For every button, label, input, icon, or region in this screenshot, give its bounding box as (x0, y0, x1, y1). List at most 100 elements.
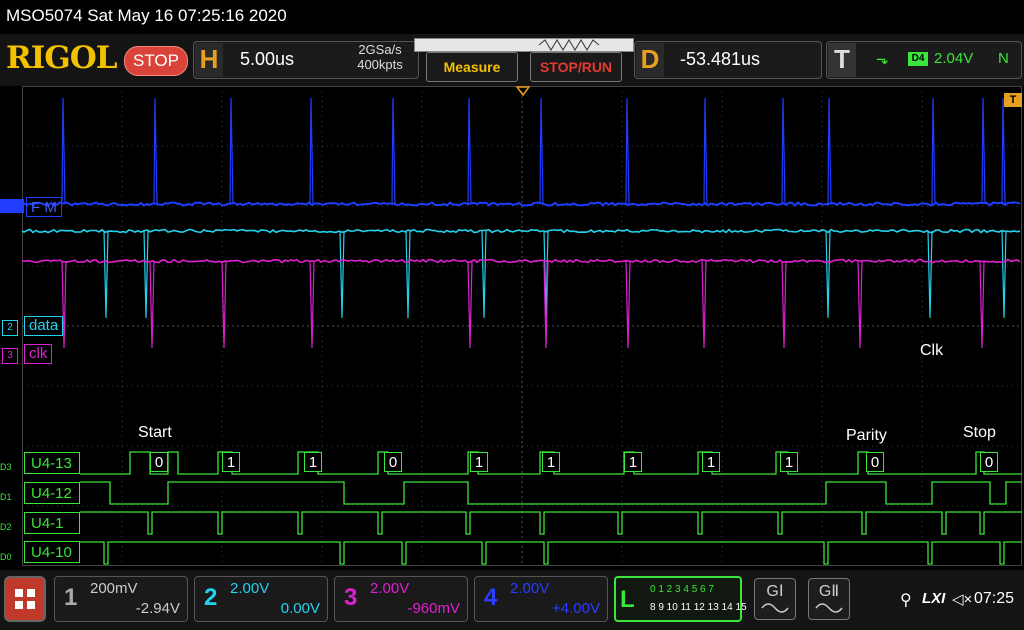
ch2-spike (104, 231, 108, 318)
ch3-trace (22, 260, 1020, 263)
decoded-bit: 1 (542, 452, 560, 472)
trigger-mode: N (998, 50, 1009, 67)
ch1-spike (982, 98, 985, 204)
ch3-spike (702, 261, 706, 348)
decoded-bit: 0 (150, 452, 168, 472)
ch2-spike (482, 231, 486, 318)
ch3-spike (980, 261, 984, 348)
ch1-spike (828, 98, 831, 204)
decoded-bit: 0 (384, 452, 402, 472)
ch1-offset: -2.94V (90, 600, 180, 617)
digital-id-d2: D2 (0, 522, 12, 532)
brand-logo: RIGOL (6, 40, 117, 76)
ch3-scale: 2.00V (370, 580, 409, 597)
digital-id-d1: D1 (0, 492, 12, 502)
delay-letter: D (636, 43, 664, 77)
trigger-level: 2.04V (934, 50, 973, 67)
window-title: MSO5074 Sat May 16 07:25:16 2020 (6, 6, 287, 26)
ch2-label: data (24, 316, 63, 336)
ch1-spike (932, 98, 935, 204)
ch1-spike (704, 98, 707, 204)
ch2-number: 2 (204, 584, 217, 612)
ch3-spike (782, 261, 786, 348)
ch2-offset: 0.00V (230, 600, 320, 617)
decoded-bit: 1 (780, 452, 798, 472)
decoded-bit: 1 (624, 452, 642, 472)
trigger-letter: T (828, 43, 856, 77)
ch3-spike (150, 261, 154, 348)
ch2-spike (144, 231, 148, 318)
sample-rate: 2GSa/s (340, 42, 420, 57)
run-state-badge[interactable]: STOP (124, 46, 188, 76)
ch3-label: clk (24, 344, 52, 364)
ch1-scale: 200mV (90, 580, 138, 597)
la-channels-row2: 8 9 10 11 12 13 14 15 (650, 602, 747, 613)
digital-label-u4-1[interactable]: U4-1 (24, 512, 80, 534)
ch2-spike (1002, 231, 1006, 318)
ch1-spike (540, 98, 543, 204)
group1-button[interactable]: GⅠ (754, 578, 796, 620)
ch3-spike (626, 261, 630, 348)
ch1-spike (62, 98, 65, 204)
ch3-spike (858, 261, 862, 348)
waveform-grid[interactable] (22, 86, 1022, 566)
stop-run-button[interactable]: STOP/RUN (530, 52, 622, 82)
ch2-scale: 2.00V (230, 580, 269, 597)
parity-annotation: Parity (846, 427, 887, 445)
ch1-spike (1002, 98, 1005, 204)
ch3-spike (310, 261, 314, 348)
digital-id-d0: D0 (0, 552, 12, 562)
trigger-position-icon[interactable] (516, 86, 530, 96)
digital-label-u4-13[interactable]: U4-13 (24, 452, 80, 474)
ch1-spike (392, 98, 395, 204)
timebase-value: 5.00us (240, 49, 294, 70)
group2-button[interactable]: GⅡ (808, 578, 850, 620)
ch3-spike (468, 261, 472, 348)
ch1-number: 1 (64, 584, 77, 612)
ch3-offset: -960mV (370, 600, 460, 617)
digital-trace-d0 (80, 542, 1022, 564)
ch1-spike (310, 98, 313, 204)
ch2-spike (340, 231, 344, 318)
grid-menu-icon (6, 578, 44, 620)
ch3-marker[interactable]: 3 (2, 348, 18, 364)
ch3-spike (222, 261, 226, 348)
ch4-offset: +4.00V (510, 600, 600, 617)
la-letter: L (620, 586, 635, 614)
usb-icon: ⚲ (900, 590, 912, 610)
digital-trace-d2 (80, 512, 1022, 534)
ch1-marker[interactable] (0, 199, 24, 213)
start-annotation: Start (138, 424, 172, 442)
digital-label-u4-12[interactable]: U4-12 (24, 482, 80, 504)
ch2-marker[interactable]: 2 (2, 320, 18, 336)
la-channels-row1: 0 1 2 3 4 5 6 7 (650, 584, 714, 595)
trigger-level-marker[interactable]: T (1004, 93, 1022, 107)
ch2-spike (826, 231, 830, 318)
trigger-source: D4 (908, 52, 928, 66)
clk-annotation: Clk (920, 342, 943, 360)
waveform-overview-icon (415, 39, 633, 51)
ch1-spike (230, 98, 233, 204)
ch1-spike (468, 98, 471, 204)
decoded-bit: 0 (866, 452, 884, 472)
ch1-label: F M (26, 197, 62, 217)
measure-button[interactable]: Measure (426, 52, 518, 82)
digital-trace-d1 (80, 482, 1022, 504)
home-menu-button[interactable] (4, 576, 46, 622)
digital-label-u4-10[interactable]: U4-10 (24, 541, 80, 563)
sine-icon (760, 602, 790, 614)
decoded-bit: 1 (222, 452, 240, 472)
ch1-spike (782, 98, 785, 204)
memory-depth: 400kpts (340, 57, 420, 72)
lxi-icon: LXI (922, 590, 945, 607)
memory-position-bar (414, 38, 634, 52)
decoded-bit: 0 (980, 452, 998, 472)
grid-lines (22, 86, 1022, 566)
decoded-bit: 1 (304, 452, 322, 472)
sine-icon (814, 602, 844, 614)
ch2-spike (406, 231, 410, 318)
status-clock: 07:25 (974, 590, 1014, 608)
stop-annotation: Stop (963, 424, 996, 442)
speaker-muted-icon[interactable]: ◁× (952, 590, 972, 608)
ch1-spike (154, 98, 157, 204)
